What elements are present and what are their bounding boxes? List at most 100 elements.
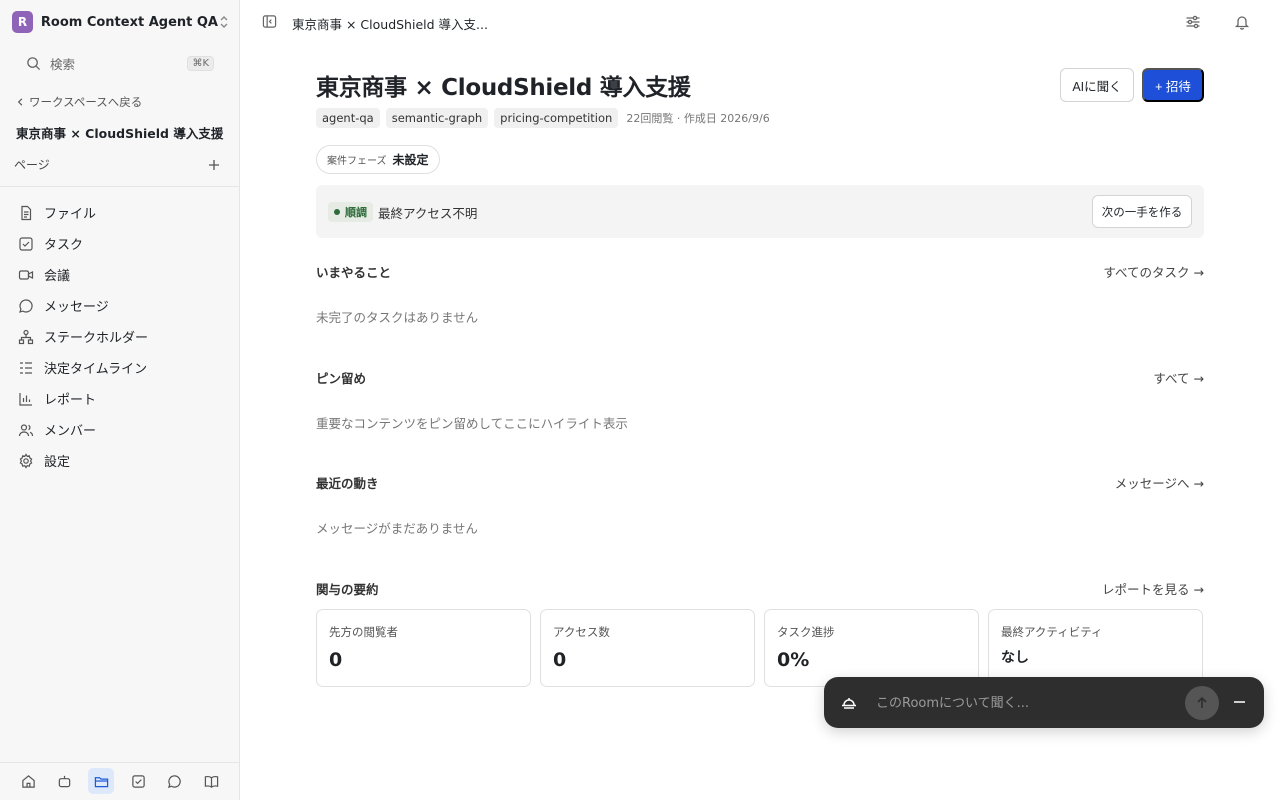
stat-value: 0	[329, 649, 343, 671]
status-dot	[334, 209, 340, 215]
file-icon	[18, 205, 34, 221]
sidebar-item-reports[interactable]: レポート	[18, 383, 228, 414]
tag[interactable]: pricing-competition	[494, 108, 619, 128]
sidebar: R Room Context Agent QA 検索 ⌘K ワークスペースへ戻る…	[0, 0, 240, 800]
sidebar-item-meetings[interactable]: 会議	[18, 259, 228, 290]
all-pinned-link[interactable]: すべて →	[1153, 368, 1204, 387]
breadcrumb-title: 東京商事 × CloudShield 導入支...	[292, 17, 488, 32]
bot-icon[interactable]	[51, 768, 77, 794]
status-badge: 順調	[328, 202, 373, 222]
search-placeholder: 検索	[50, 56, 76, 72]
stat-label: 先方の閲覧者	[329, 625, 398, 639]
search-icon	[26, 56, 41, 71]
status-panel: 順調 最終アクセス不明 次の一手を作る	[316, 185, 1204, 238]
recent-activity-section: 最近の動き メッセージへ → メッセージがまだありません	[316, 472, 1204, 537]
sidebar-item-label: ステークホルダー	[44, 331, 149, 346]
sidebar-item-label: メッセージ	[44, 300, 109, 315]
room-title: 東京商事 × CloudShield 導入支援	[16, 126, 224, 141]
search-shortcut: ⌘K	[187, 55, 214, 71]
next-action-button[interactable]: 次の一手を作る	[1092, 195, 1192, 228]
sidebar-divider	[0, 186, 239, 187]
sidebar-item-messages[interactable]: メッセージ	[18, 290, 228, 321]
view-meta: 22回閲覧 · 作成日 2026/9/6	[626, 112, 770, 125]
sidebar-item-settings[interactable]: 設定	[18, 445, 228, 476]
all-tasks-link[interactable]: すべてのタスク →	[1103, 262, 1204, 281]
sidebar-item-label: 設定	[44, 455, 71, 470]
empty-message: メッセージがまだありません	[316, 521, 478, 536]
view-report-link[interactable]: レポートを見る →	[1102, 579, 1204, 598]
sidebar-item-tasks[interactable]: タスク	[18, 228, 228, 259]
sidebar-item-label: タスク	[44, 238, 84, 253]
stat-card: 最終アクティビティ なし	[988, 609, 1203, 687]
folder-icon[interactable]	[88, 768, 114, 794]
messages-link[interactable]: メッセージへ →	[1115, 473, 1204, 492]
add-page-icon[interactable]	[208, 159, 220, 171]
phase-value: 未設定	[392, 153, 429, 167]
workspace-name: Room Context Agent QA	[40, 14, 218, 30]
sidebar-toggle-icon[interactable]	[262, 14, 277, 29]
phase-label: 案件フェーズ	[327, 156, 387, 167]
stat-card: 先方の閲覧者 0	[316, 609, 531, 687]
chevron-up-down-icon	[218, 15, 230, 29]
section-title: 関与の要約	[316, 581, 379, 597]
sidebar-nav: ファイル タスク 会議 メッセージ ステークホルダー 決定タイムライン レポート…	[18, 197, 228, 476]
sidebar-footer	[0, 762, 239, 800]
sidebar-item-stakeholders[interactable]: ステークホルダー	[18, 321, 228, 352]
workspace-switcher[interactable]: R Room Context Agent QA	[12, 10, 230, 34]
empty-message: 重要なコンテンツをピン留めしてここにハイライト表示	[316, 416, 628, 431]
members-icon	[18, 422, 34, 438]
stat-value: 0%	[777, 649, 810, 671]
sidebar-item-label: メンバー	[44, 424, 97, 439]
stat-value: 0	[553, 649, 567, 671]
stat-card: アクセス数 0	[540, 609, 755, 687]
tag[interactable]: semantic-graph	[385, 108, 489, 128]
back-link-label: ワークスペースへ戻る	[29, 95, 143, 109]
sidebar-item-members[interactable]: メンバー	[18, 414, 228, 445]
pages-label: ページ	[14, 158, 50, 172]
search-button[interactable]: 検索 ⌘K	[16, 50, 214, 76]
minimize-icon[interactable]	[1234, 701, 1245, 703]
stat-label: タスク進捗	[777, 625, 835, 639]
task-check-icon[interactable]	[125, 768, 151, 794]
topbar: 東京商事 × CloudShield 導入支...	[240, 0, 1280, 44]
sidebar-item-decision-timeline[interactable]: 決定タイムライン	[18, 352, 228, 383]
book-icon[interactable]	[198, 768, 224, 794]
sidebar-item-label: ファイル	[44, 207, 97, 222]
home-icon[interactable]	[15, 768, 41, 794]
timeline-icon	[18, 360, 34, 376]
tag[interactable]: agent-qa	[316, 108, 380, 128]
sidebar-item-files[interactable]: ファイル	[18, 197, 228, 228]
gear-icon	[18, 452, 34, 469]
empty-message: 未完了のタスクはありません	[316, 310, 479, 325]
bell-icon[interactable]	[1234, 14, 1250, 30]
task-check-icon	[18, 236, 34, 252]
message-icon	[18, 298, 34, 314]
pages-header: ページ	[14, 156, 220, 173]
workspace-avatar: R	[12, 11, 33, 33]
chat-input[interactable]	[876, 689, 1176, 717]
stat-card: タスク進捗 0%	[764, 609, 979, 687]
chevron-left-icon	[16, 97, 25, 107]
arrow-up-icon	[1195, 696, 1209, 710]
page-title: 東京商事 × CloudShield 導入支援	[316, 75, 691, 101]
stat-label: アクセス数	[553, 625, 610, 639]
agent-hat-icon	[840, 694, 858, 712]
invite-button[interactable]: + 招待	[1142, 68, 1204, 102]
deal-phase-pill[interactable]: 案件フェーズ 未設定	[316, 145, 440, 174]
section-title: いまやること	[316, 264, 392, 280]
last-access-text: 最終アクセス不明	[378, 206, 478, 221]
message-icon[interactable]	[161, 768, 187, 794]
section-title: ピン留め	[316, 370, 367, 386]
sliders-icon[interactable]	[1185, 14, 1201, 30]
tag-list: agent-qa semantic-graph pricing-competit…	[316, 108, 770, 128]
sidebar-item-label: 会議	[44, 269, 71, 284]
sidebar-item-label: レポート	[44, 393, 97, 408]
stat-label: 最終アクティビティ	[1001, 625, 1103, 639]
room-chat-bar	[824, 677, 1264, 728]
stat-value: なし	[1001, 650, 1029, 666]
engagement-section: 関与の要約 レポートを見る →	[316, 578, 1204, 598]
ask-ai-button[interactable]: AIに聞く	[1060, 68, 1134, 102]
send-button[interactable]	[1185, 686, 1219, 720]
back-to-workspace-link[interactable]: ワークスペースへ戻る	[16, 94, 142, 110]
video-icon	[18, 267, 34, 283]
